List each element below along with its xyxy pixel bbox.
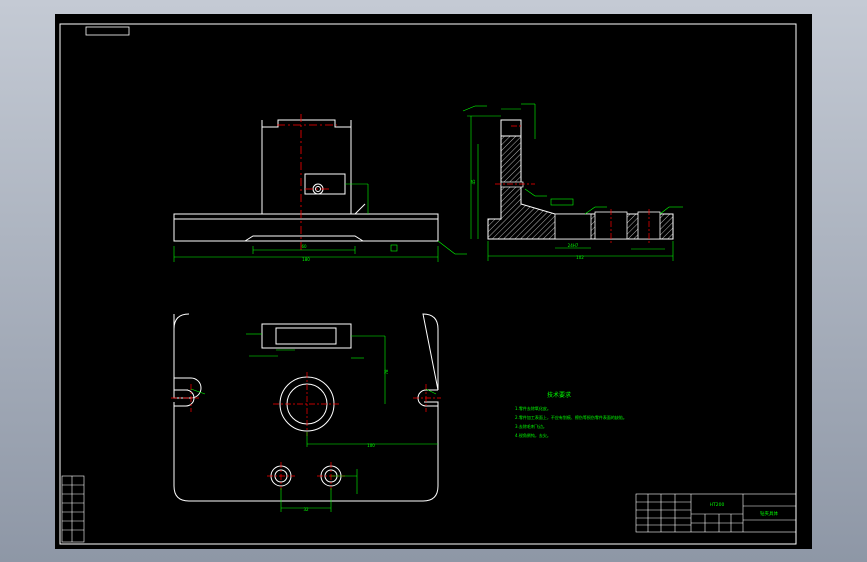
- technical-requirements: 技术要求 1.零件去除氧化皮。 2.零件加工表面上，不应有划痕、擦伤等损伤零件表…: [515, 391, 627, 438]
- tech-req-item: 3.去除毛刺飞边。: [515, 423, 547, 429]
- plan-view: [173, 313, 439, 502]
- front-view: [173, 119, 439, 242]
- tech-req-item: 1.零件去除氧化皮。: [515, 405, 551, 411]
- title-block-part-name: 钻夹具体: [760, 510, 778, 517]
- title-block-material: HT200: [710, 502, 725, 508]
- side-height-dim: 45: [471, 179, 476, 185]
- plan-vertical-dim: 78: [384, 369, 389, 375]
- front-view-centerlines: [277, 114, 337, 250]
- front-width-dim: 180: [302, 257, 310, 262]
- drawing-number-box: [85, 26, 130, 36]
- tech-req-item: 2.零件加工表面上，不应有划痕、擦伤等损伤零件表面的缺陷。: [515, 414, 627, 420]
- cad-viewport: 180 60 45 102 24H7 100 32 78 技术要求 1.零件去除…: [0, 0, 867, 562]
- side-section-view: [487, 119, 674, 240]
- drawing-sheet: 180 60 45 102 24H7 100 32 78 技术要求 1.零件去除…: [55, 14, 812, 549]
- side-base-dim: 102: [576, 255, 584, 260]
- inner-frame: [59, 23, 797, 545]
- drawing-canvas: 180 60 45 102 24H7 100 32 78 技术要求 1.零件去除…: [59, 23, 797, 545]
- side-slot-dim: 24H7: [568, 243, 579, 248]
- tech-req-heading: 技术要求: [547, 391, 571, 399]
- revision-strip: [61, 475, 85, 543]
- front-slot-dim: 60: [301, 244, 307, 249]
- plan-offset-dim: 100: [367, 443, 375, 448]
- plan-hole-spacing-dim: 32: [303, 507, 309, 512]
- tech-req-item: 4.锐角倒钝，去尖。: [515, 432, 551, 438]
- front-view-dimensions: [173, 183, 467, 262]
